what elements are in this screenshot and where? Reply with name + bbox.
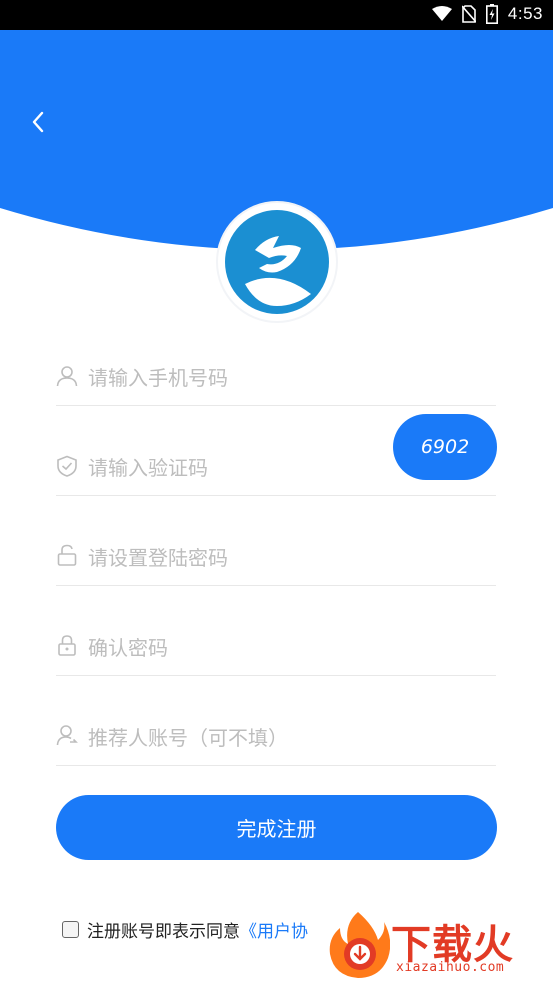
status-icons: 4:53	[431, 4, 543, 24]
app-logo-icon	[225, 210, 329, 314]
agreement-text: 注册账号即表示同意	[87, 921, 240, 942]
confirm-password-field[interactable]: 确认密码	[56, 586, 496, 676]
get-code-button[interactable]: 6902	[393, 414, 497, 480]
phone-placeholder: 请输入手机号码	[88, 366, 228, 390]
watermark-domain: xiazaihuo.com	[396, 960, 505, 975]
agreement-row: 注册账号即表示同意 《用户协	[62, 915, 308, 943]
user-agreement-link[interactable]: 《用户协	[240, 917, 308, 942]
battery-charging-icon	[485, 4, 498, 24]
referrer-field[interactable]: 推荐人账号（可不填）	[56, 676, 496, 766]
phone-field[interactable]: 请输入手机号码	[56, 316, 496, 406]
chevron-left-icon	[32, 111, 44, 133]
code-placeholder: 请输入验证码	[88, 456, 208, 480]
shield-check-icon	[57, 455, 77, 477]
confirm-placeholder: 确认密码	[88, 636, 168, 660]
site-watermark: 下载火 xiazaihuo.com	[326, 908, 551, 983]
user-icon	[56, 366, 78, 387]
app-logo	[218, 203, 336, 321]
password-placeholder: 请设置登陆密码	[88, 546, 228, 570]
agreement-checkbox[interactable]	[62, 920, 79, 938]
back-button[interactable]	[22, 106, 54, 138]
status-bar: 4:53	[0, 0, 553, 30]
clock-time: 4:53	[507, 4, 543, 23]
password-field[interactable]: 请设置登陆密码	[56, 496, 496, 586]
wifi-icon	[431, 6, 452, 21]
user-referral-icon	[56, 725, 78, 746]
complete-registration-button[interactable]: 完成注册	[56, 795, 497, 860]
lock-icon	[58, 635, 76, 656]
fire-logo-icon	[329, 912, 390, 978]
referrer-placeholder: 推荐人账号（可不填）	[88, 726, 288, 750]
no-sim-icon	[461, 5, 476, 23]
unlock-icon	[57, 544, 77, 566]
